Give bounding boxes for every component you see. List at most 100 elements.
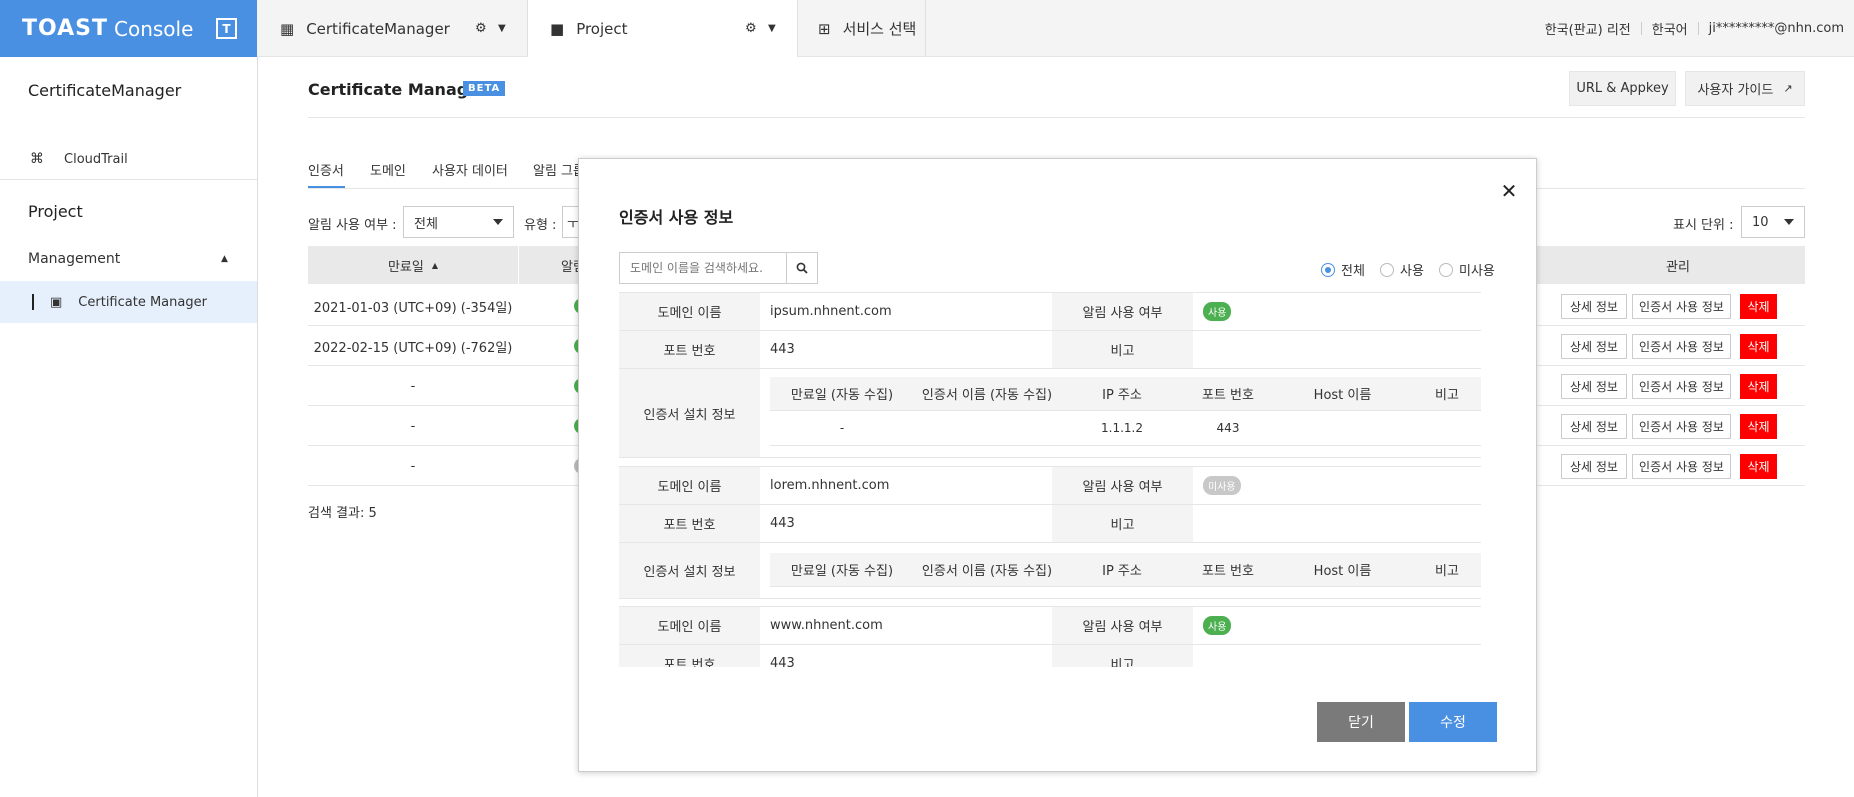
tab-user-data[interactable]: 사용자 데이터 (432, 160, 508, 179)
certificate-icon: ▣ (50, 294, 63, 310)
edit-button[interactable]: 수정 (1409, 702, 1497, 742)
page-size-value: 10 (1752, 214, 1769, 230)
alarm-value: 미사용 (1193, 467, 1481, 505)
sidebar-item-certificate-manager[interactable]: ▣ Certificate Manager (0, 281, 257, 323)
domain-value: ipsum.nhnent.com (760, 293, 1052, 331)
gear-icon[interactable]: ⚙ (745, 21, 757, 36)
domain-search-input[interactable] (619, 252, 787, 284)
usage-entry: 도메인 이름 www.nhnent.com 알림 사용 여부 사용 포트 번호 … (619, 606, 1481, 667)
radio-unused[interactable]: 미사용 (1439, 260, 1495, 279)
install-col-note: 비고 (1413, 553, 1481, 587)
tab-service-select[interactable]: ⊞ 서비스 선택 (798, 0, 926, 57)
grid-icon: ⊞ (818, 19, 831, 38)
usage-info-button[interactable]: 인증서 사용 정보 (1632, 454, 1731, 479)
note-label: 비고 (1052, 645, 1193, 667)
note-value (1193, 505, 1481, 543)
domain-label: 도메인 이름 (619, 607, 760, 645)
page-size-select[interactable]: 10 (1741, 206, 1805, 238)
type-filter-label: 유형 : (524, 218, 557, 233)
usage-info-button[interactable]: 인증서 사용 정보 (1632, 414, 1731, 439)
close-icon[interactable]: ✕ (1499, 179, 1519, 203)
delete-button[interactable]: 삭제 (1740, 414, 1777, 439)
sidebar-item-cloudtrail[interactable]: ⌘ CloudTrail (0, 138, 257, 180)
close-button[interactable]: 닫기 (1317, 702, 1405, 742)
toast-t-icon[interactable]: T (216, 18, 237, 39)
install-col-ip: IP 주소 (1060, 553, 1184, 587)
page-title: Certificate Manager (308, 80, 487, 99)
tab-certificate-manager[interactable]: ▦ CertificateManager ⚙ ▼ (258, 0, 528, 57)
tab-label: 서비스 선택 (842, 20, 917, 38)
alarm-status-badge: 미사용 (1203, 476, 1241, 495)
radio-used[interactable]: 사용 (1380, 260, 1424, 279)
install-info-label: 인증서 설치 정보 (619, 543, 760, 599)
sidebar-group-management[interactable]: Management ▲ (0, 238, 257, 280)
install-col-host: Host 이름 (1272, 553, 1413, 587)
building-icon: ▦ (280, 19, 295, 38)
console-logo[interactable]: TOAST Console T (0, 0, 257, 57)
expiry-cell: - (410, 458, 416, 474)
search-icon (796, 262, 808, 274)
region-selector[interactable]: 한국(판교) 리전 (1545, 19, 1631, 38)
usage-entry: 도메인 이름 lorem.nhnent.com 알림 사용 여부 미사용 포트 … (619, 466, 1481, 599)
install-col-port: 포트 번호 (1184, 553, 1272, 587)
install-col-expiry: 만료일 (자동 수집) (770, 377, 914, 411)
usage-info-button[interactable]: 인증서 사용 정보 (1632, 294, 1731, 319)
alarm-filter-select[interactable]: 전체 (403, 206, 514, 238)
beta-badge: BETA (463, 81, 506, 96)
url-appkey-button[interactable]: URL & Appkey (1569, 71, 1676, 106)
tab-project[interactable]: ■ Project ⚙ ▼ (528, 0, 798, 57)
usage-info-button[interactable]: 인증서 사용 정보 (1632, 374, 1731, 399)
detail-button[interactable]: 상세 정보 (1561, 454, 1627, 479)
expiry-cell: - (410, 418, 416, 434)
alarm-value: 사용 (1193, 607, 1481, 645)
alarm-label: 알림 사용 여부 (1052, 607, 1193, 645)
search-button[interactable] (786, 252, 818, 284)
column-header-expiry[interactable]: 만료일 ▲ (308, 246, 518, 284)
separator (1697, 22, 1699, 35)
tab-certificates[interactable]: 인증서 (308, 160, 344, 179)
chevron-down-icon[interactable]: ▼ (768, 23, 776, 34)
sort-icon[interactable]: ▲ (432, 261, 438, 270)
delete-button[interactable]: 삭제 (1740, 374, 1777, 399)
sidebar-group-label: Management (28, 251, 121, 267)
radio-button[interactable] (1380, 262, 1394, 277)
port-value: 443 (760, 505, 1052, 543)
expiry-cell: 2022-02-15 (UTC+09) (-762일) (313, 340, 513, 356)
detail-button[interactable]: 상세 정보 (1561, 294, 1627, 319)
top-right-menu: 한국(판교) 리전 한국어 ji*********@nhn.com (1545, 0, 1844, 57)
sidebar-divider (0, 179, 257, 180)
domain-label: 도메인 이름 (619, 293, 760, 331)
install-expiry-value: - (839, 421, 845, 435)
radio-all[interactable]: 전체 (1321, 260, 1365, 279)
chevron-down-icon[interactable]: ▼ (498, 23, 506, 34)
search-result-count: 검색 결과: 5 (308, 506, 377, 521)
user-account[interactable]: ji*********@nhn.com (1709, 21, 1844, 36)
alarm-filter-label: 알림 사용 여부 : (308, 218, 397, 233)
usage-info-button[interactable]: 인증서 사용 정보 (1632, 334, 1731, 359)
delete-button[interactable]: 삭제 (1740, 334, 1777, 359)
detail-button[interactable]: 상세 정보 (1561, 414, 1627, 439)
note-label: 비고 (1052, 331, 1193, 369)
domain-value: lorem.nhnent.com (760, 467, 1052, 505)
tab-domains[interactable]: 도메인 (370, 160, 406, 179)
radio-button[interactable] (1321, 262, 1335, 277)
port-label: 포트 번호 (619, 645, 760, 667)
radio-button[interactable] (1439, 262, 1453, 277)
delete-button[interactable]: 삭제 (1740, 454, 1777, 479)
delete-button[interactable]: 삭제 (1740, 294, 1777, 319)
note-value (1193, 331, 1481, 369)
usage-list-scroll[interactable]: 도메인 이름 ipsum.nhnent.com 알림 사용 여부 사용 포트 번… (619, 292, 1481, 667)
install-info-table: 만료일 (자동 수집) 인증서 이름 (자동 수집) IP 주소 포트 번호 H… (760, 369, 1481, 458)
note-value (1193, 645, 1481, 667)
user-guide-button[interactable]: 사용자 가이드 ↗ (1685, 71, 1805, 106)
gear-icon[interactable]: ⚙ (475, 21, 487, 36)
install-col-cert-name: 인증서 이름 (자동 수집) (914, 553, 1060, 587)
language-selector[interactable]: 한국어 (1652, 19, 1688, 38)
chevron-up-icon[interactable]: ▲ (221, 254, 228, 264)
detail-button[interactable]: 상세 정보 (1561, 334, 1627, 359)
install-col-note: 비고 (1413, 377, 1481, 411)
tab-label: Project (576, 19, 628, 38)
header-divider (308, 117, 1805, 118)
sidebar-item-label: CloudTrail (64, 151, 128, 167)
detail-button[interactable]: 상세 정보 (1561, 374, 1627, 399)
